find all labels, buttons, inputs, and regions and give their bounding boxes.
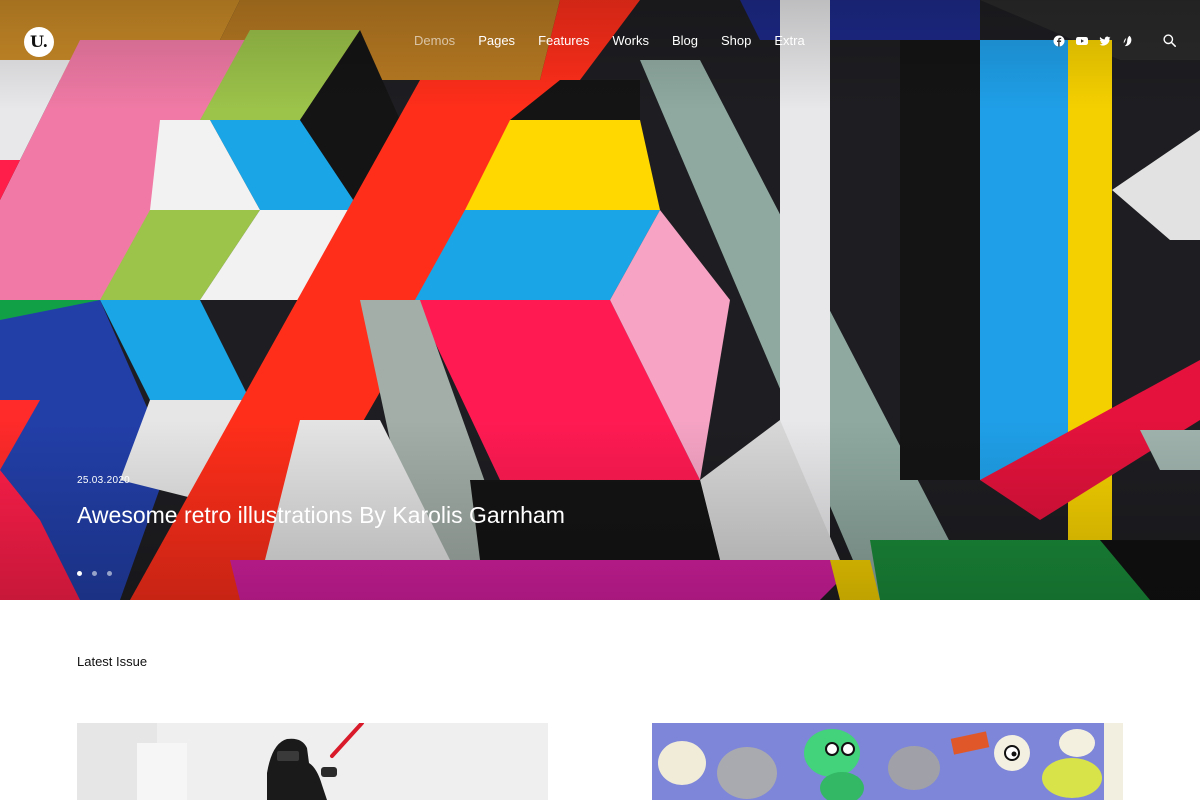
nav-item-works[interactable]: Works — [612, 32, 649, 50]
slider-dot[interactable] — [77, 571, 82, 576]
nav-item-blog[interactable]: Blog — [672, 32, 698, 50]
site-header: U. Demos Pages Features Works Blog Shop … — [0, 0, 1200, 80]
search-icon[interactable] — [1163, 34, 1176, 47]
facebook-icon[interactable] — [1053, 34, 1065, 47]
hero-slider[interactable]: U. Demos Pages Features Works Blog Shop … — [0, 0, 1200, 600]
nav-item-pages[interactable]: Pages — [478, 32, 515, 50]
dribbble-icon[interactable] — [1122, 34, 1134, 47]
nav-item-shop[interactable]: Shop — [721, 32, 751, 50]
nav-item-features[interactable]: Features — [538, 32, 589, 50]
youtube-icon[interactable] — [1076, 34, 1088, 46]
social-links — [1053, 34, 1145, 47]
slider-pagination — [77, 571, 122, 576]
post-card-thumbnail[interactable] — [77, 723, 548, 800]
post-date: 25.03.2020 — [77, 475, 131, 486]
nav-item-extra[interactable]: Extra — [774, 32, 804, 50]
post-card-thumbnail[interactable] — [652, 723, 1123, 800]
post-title[interactable]: Awesome retro illustrations By Karolis G… — [77, 502, 565, 529]
twitter-icon[interactable] — [1099, 34, 1111, 46]
nav-item-demos[interactable]: Demos — [414, 32, 455, 50]
post-card-image — [652, 723, 1123, 800]
slider-dot[interactable] — [107, 571, 112, 576]
site-logo[interactable]: U. — [24, 27, 54, 57]
main-nav: Demos Pages Features Works Blog Shop Ext… — [414, 32, 828, 50]
slider-dot[interactable] — [92, 571, 97, 576]
section-heading: Latest Issue — [77, 654, 148, 669]
post-card-image — [77, 723, 548, 800]
